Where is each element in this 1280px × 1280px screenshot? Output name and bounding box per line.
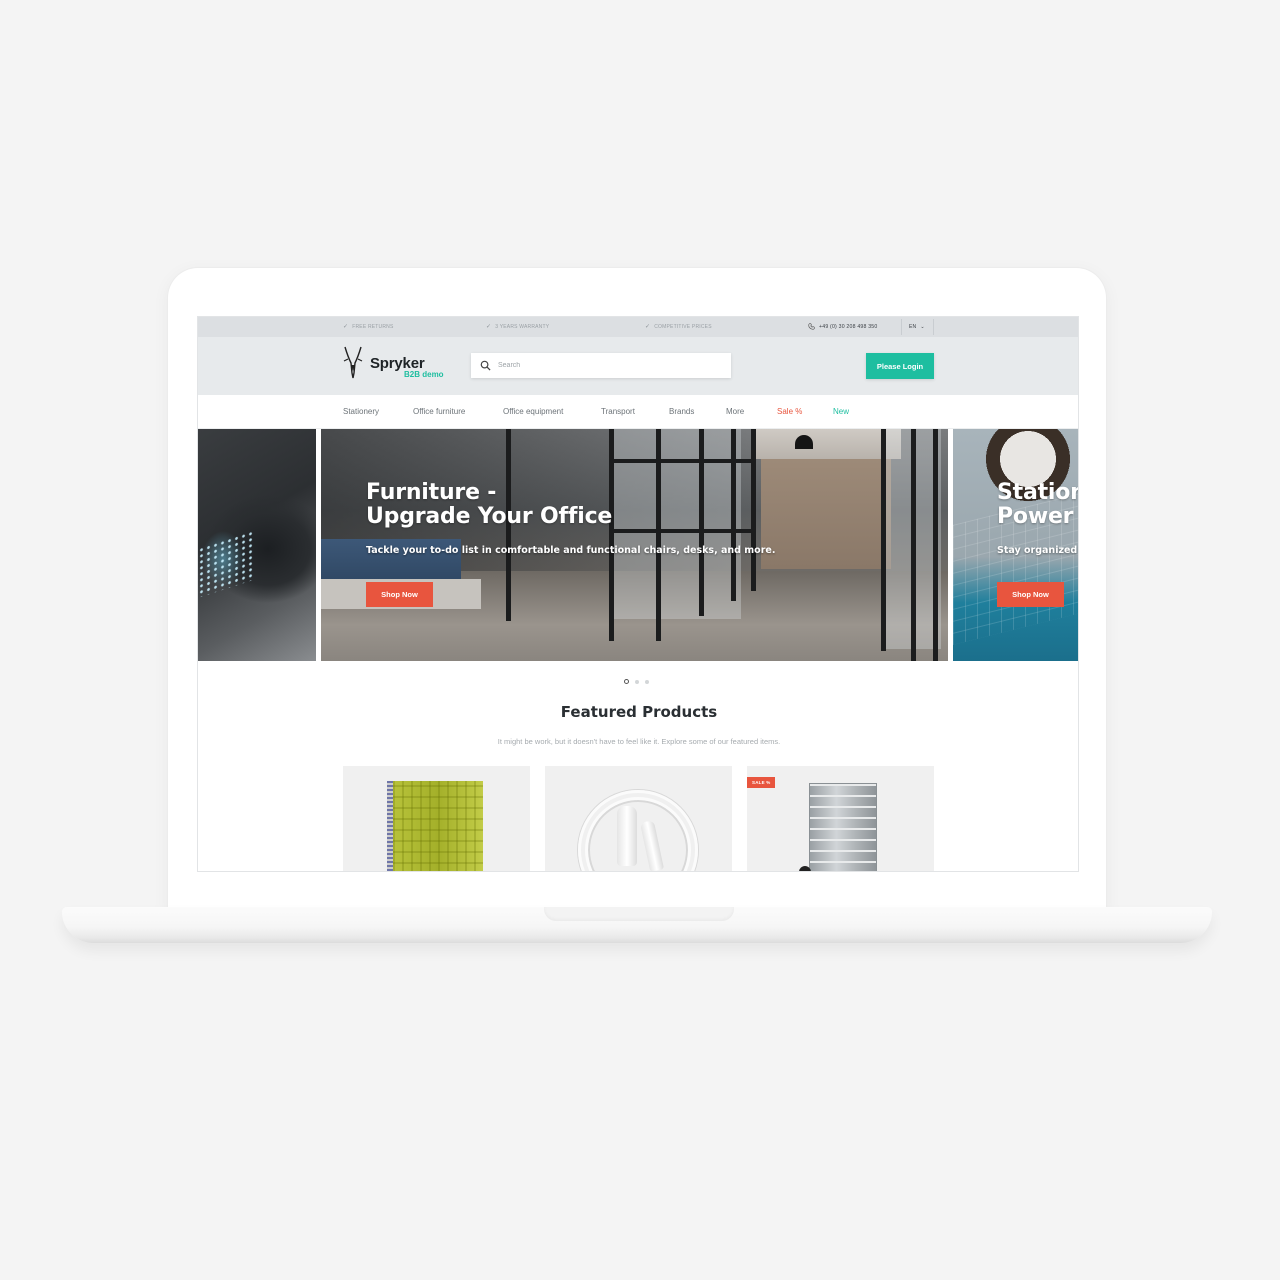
product-card-cabinet[interactable]: SALE % — [747, 766, 934, 871]
top-bar: ✓ Free Returns ✓ 3 Years Warranty ✓ Comp… — [198, 317, 1078, 337]
search-box[interactable] — [471, 353, 731, 378]
sale-badge: SALE % — [747, 777, 776, 788]
usp-warranty: ✓ 3 Years Warranty — [486, 324, 549, 330]
cabinet-image-wheel — [799, 866, 811, 871]
cable-image — [578, 790, 698, 871]
featured-products-subtitle: It might be work, but it doesn't have to… — [497, 737, 781, 746]
nav-item-more[interactable]: More — [726, 407, 744, 416]
check-icon: ✓ — [343, 324, 349, 330]
antelope-logo-icon — [343, 346, 363, 379]
office-image-frame — [881, 429, 886, 651]
notebook-image — [387, 781, 483, 871]
usp-label: Free Returns — [352, 324, 394, 330]
office-image-frame — [933, 429, 938, 661]
hero-title: Furniture - Upgrade Your Office — [366, 481, 612, 529]
cable-image-socket — [617, 806, 637, 866]
office-image-bar — [609, 459, 754, 463]
header: Spryker B2B demo Please Login — [198, 337, 1078, 395]
office-image-wall — [761, 459, 891, 569]
language-selector[interactable]: EN ⌄ — [909, 324, 925, 330]
usp-free-returns: ✓ Free Returns — [343, 324, 394, 330]
search-input[interactable] — [498, 362, 718, 369]
chevron-down-icon: ⌄ — [920, 324, 925, 330]
hero-title-line1: Furniture - — [366, 480, 497, 505]
featured-products-title: Featured Products — [560, 703, 718, 721]
office-image-frame — [751, 429, 756, 591]
hero-carousel: Furniture - Upgrade Your Office Tackle y… — [198, 429, 1078, 662]
usp-label: 3 Years Warranty — [495, 324, 550, 330]
phone-link[interactable]: +49 (0) 30 208 498 350 — [808, 323, 877, 330]
carousel-dot-3[interactable] — [645, 679, 649, 684]
office-image-frame — [911, 429, 916, 661]
carousel-dot-1[interactable] — [624, 679, 629, 684]
carousel-slide-next[interactable]: Station Power Stay organized Shop Now — [953, 429, 1078, 661]
phone-icon — [808, 323, 815, 330]
divider — [901, 319, 902, 335]
office-image — [751, 429, 901, 459]
usp-prices: ✓ Competitive Prices — [645, 324, 712, 330]
carousel-slide-active: Furniture - Upgrade Your Office Tackle y… — [321, 429, 948, 661]
hero-description: Stay organized — [997, 545, 1078, 556]
nav-item-office-furniture[interactable]: Office furniture — [413, 407, 465, 416]
logo[interactable]: Spryker B2B demo — [342, 345, 452, 383]
phone-number: +49 (0) 30 208 498 350 — [819, 323, 878, 330]
laptop-notch — [544, 907, 734, 921]
divider — [933, 319, 934, 335]
hero-title-line2: Power — [997, 504, 1074, 529]
nav-item-stationery[interactable]: Stationery — [343, 407, 379, 416]
product-card-notebook[interactable] — [343, 766, 530, 871]
nav-item-new[interactable]: New — [833, 407, 849, 416]
check-icon: ✓ — [645, 324, 651, 330]
laptop-screen: ✓ Free Returns ✓ 3 Years Warranty ✓ Comp… — [197, 316, 1079, 872]
language-label: EN — [909, 324, 917, 330]
logo-subtitle: B2B demo — [404, 370, 444, 379]
search-icon — [480, 360, 491, 371]
nav-item-transport[interactable]: Transport — [601, 407, 635, 416]
office-image-frame — [731, 429, 736, 601]
product-list: SALE % — [343, 766, 934, 871]
office-image-lamp — [795, 435, 813, 449]
usp-label: Competitive Prices — [654, 324, 712, 330]
check-icon: ✓ — [486, 324, 492, 330]
shop-now-button[interactable]: Shop Now — [366, 582, 433, 607]
hero-description: Tackle your to-do list in comfortable an… — [366, 545, 776, 556]
office-image-bar — [609, 529, 754, 533]
hero-title-line2: Upgrade Your Office — [366, 504, 613, 529]
main-navigation: Stationery Office furniture Office equip… — [198, 395, 1078, 429]
hero-title-line1: Station — [997, 480, 1078, 505]
product-card-cable[interactable] — [545, 766, 732, 871]
shop-now-button[interactable]: Shop Now — [997, 582, 1064, 607]
carousel-dot-2[interactable] — [635, 679, 639, 684]
cabinet-image — [809, 783, 877, 871]
login-button[interactable]: Please Login — [866, 353, 934, 379]
office-image-frame — [699, 429, 704, 616]
office-image-glass — [611, 429, 741, 619]
carousel-slide-previous[interactable] — [198, 429, 316, 661]
nav-item-sale[interactable]: Sale % — [777, 407, 802, 416]
hero-title: Station Power — [997, 481, 1078, 529]
nav-item-office-equipment[interactable]: Office equipment — [503, 407, 563, 416]
keyboard-image — [198, 530, 253, 598]
carousel-pagination — [624, 679, 649, 684]
nav-item-brands[interactable]: Brands — [669, 407, 694, 416]
